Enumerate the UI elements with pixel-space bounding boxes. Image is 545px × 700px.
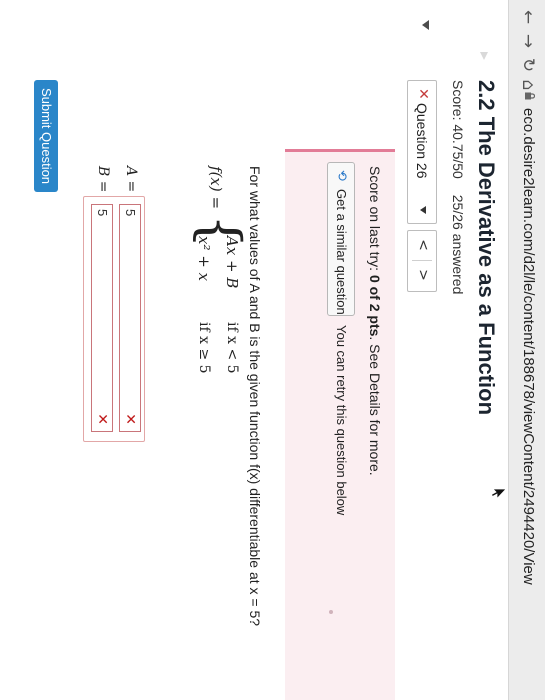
answer-a-value: 5 bbox=[123, 209, 138, 217]
incorrect-icon: ✕ bbox=[94, 413, 110, 425]
chevron-down-icon bbox=[420, 206, 426, 214]
forward-arrow-icon[interactable]: → bbox=[516, 30, 540, 52]
question-pager: < > bbox=[407, 230, 437, 292]
incorrect-icon: ✕ bbox=[415, 88, 431, 100]
score-summary: Score: 40.75/50 25/26 answered bbox=[450, 80, 466, 306]
back-arrow-icon[interactable]: ← bbox=[516, 6, 540, 28]
function-label: f(x) = bbox=[207, 166, 225, 210]
refresh-icon: ⟲ bbox=[334, 170, 349, 181]
case-2-condition: if x ≥ 5 bbox=[196, 322, 212, 374]
retry-note: You can retry this question below bbox=[334, 325, 349, 516]
answered-count: 25/26 answered bbox=[450, 194, 466, 295]
answer-a-input[interactable]: 5 ✕ bbox=[119, 204, 141, 432]
answer-a-label: A = bbox=[123, 166, 139, 193]
similar-question-button[interactable]: ⟲ Get a similar question bbox=[327, 162, 355, 316]
answer-b-value: 5 bbox=[95, 209, 110, 217]
last-try-prefix: Score on last try: bbox=[367, 166, 383, 272]
browser-window: ← → ↻ ⌂ eco.desire2learn.com/d2l/le/cont… bbox=[0, 0, 545, 700]
panel-dot bbox=[329, 610, 333, 614]
next-question-button[interactable]: > bbox=[415, 261, 431, 289]
answer-b-label: B = bbox=[95, 166, 111, 193]
case-1-condition: if x < 5 bbox=[224, 322, 240, 374]
answer-b-input[interactable]: 5 ✕ bbox=[91, 204, 113, 432]
question-select[interactable]: ✕ Question 26 bbox=[407, 80, 437, 224]
question-select-value: Question 26 bbox=[414, 103, 430, 179]
caret-down-icon bbox=[422, 20, 429, 30]
lock-icon bbox=[525, 92, 535, 100]
last-try-suffix: . See Details for more. bbox=[367, 336, 383, 476]
submit-question-button[interactable]: Submit Question bbox=[34, 80, 58, 192]
previous-question-button[interactable]: < bbox=[415, 231, 431, 259]
address-bar[interactable]: eco.desire2learn.com/d2l/le/content/1886… bbox=[520, 108, 537, 585]
last-try-points: 0 of 2 pts bbox=[367, 274, 383, 337]
last-try-score: Score on last try: 0 of 2 pts. See Detai… bbox=[367, 166, 383, 476]
incorrect-icon: ✕ bbox=[122, 413, 138, 425]
mouse-pointer-icon bbox=[491, 488, 507, 500]
case-1-expression: Ax + B bbox=[223, 236, 241, 289]
case-2-expression: x² + x bbox=[195, 236, 213, 282]
similar-question-label: Get a similar question bbox=[334, 189, 349, 315]
title-marker-icon bbox=[480, 52, 488, 60]
browser-toolbar: ← → ↻ ⌂ eco.desire2learn.com/d2l/le/cont… bbox=[508, 0, 545, 700]
score-label: Score: 40.75/50 bbox=[450, 80, 466, 179]
page-title: 2.2 The Derivative as a Function bbox=[474, 80, 499, 416]
reload-icon[interactable]: ↻ bbox=[516, 54, 540, 76]
